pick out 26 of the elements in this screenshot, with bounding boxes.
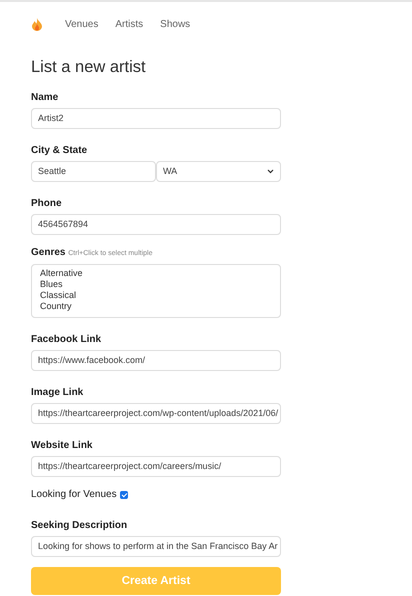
input-field[interactable]: https://www.facebook.com/ (31, 350, 281, 371)
list-option[interactable]: Alternative (40, 268, 83, 279)
input-field[interactable]: Seattle (31, 161, 156, 182)
checkbox-label: Looking for Venues (31, 488, 117, 501)
field-label: Name (31, 91, 58, 104)
field-label: Image Link (31, 386, 84, 399)
list-option[interactable]: Blues (40, 279, 63, 290)
field-label: Seeking Description (31, 519, 128, 532)
input-field[interactable]: 4564567894 (31, 214, 281, 235)
nav-link[interactable]: Shows (160, 18, 190, 30)
input-field[interactable]: https://theartcareerproject.com/careers/music/ (31, 456, 281, 477)
field-label: City & State (31, 144, 88, 157)
field-label: Website Link (31, 439, 92, 452)
list-option[interactable]: Classical (40, 290, 76, 301)
field-label: Genres (31, 247, 66, 258)
state-select[interactable]: WA (156, 161, 281, 182)
field-label: Facebook Link (31, 333, 102, 346)
nav-link[interactable]: Venues (65, 18, 98, 30)
input-field[interactable]: Artist2 (31, 108, 281, 129)
nav-link[interactable]: Artists (115, 18, 144, 30)
genres-listbox[interactable]: Alternative Blues Classical Country (31, 264, 281, 318)
input-field[interactable]: https://theartcareerproject.com/wp-content/uploads/2021/06/ (31, 403, 281, 424)
page-title: List a new artist (31, 58, 147, 77)
field-label: Phone (31, 197, 62, 210)
input-field[interactable]: Looking for shows to perform at in the San Francisco Bay Ar (31, 536, 281, 557)
list-option[interactable]: Country (40, 301, 72, 312)
